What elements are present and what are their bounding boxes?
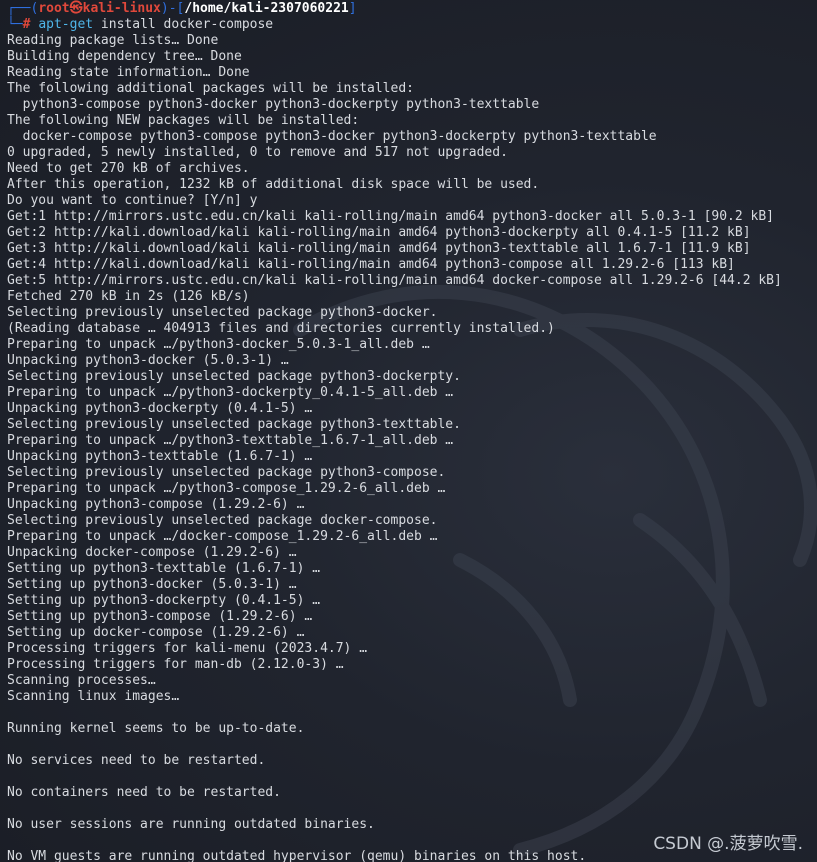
output-line: docker-compose python3-compose python3-d… (7, 129, 657, 144)
prompt-frame: )-[ (160, 1, 185, 16)
output-line: Setting up python3-dockerpty (0.4.1-5) … (7, 593, 321, 608)
output-line: Preparing to unpack …/python3-compose_1.… (7, 481, 446, 496)
output-line: Get:3 http://kali.download/kali kali-rol… (7, 241, 751, 256)
command-name: apt-get (38, 17, 94, 32)
prompt-frame: └─ (7, 17, 23, 32)
output-line: Get:4 http://kali.download/kali kali-rol… (7, 257, 735, 272)
output-line: Reading package lists… Done (7, 33, 219, 48)
output-line: Unpacking python3-texttable (1.6.7-1) … (7, 449, 313, 464)
output-line: Selecting previously unselected package … (7, 417, 461, 432)
output-line: Setting up python3-compose (1.29.2-6) … (7, 609, 313, 624)
output-line: Building dependency tree… Done (7, 49, 242, 64)
prompt-line-2: └─# apt-get install docker-compose (7, 17, 782, 33)
csdn-watermark: CSDN @.菠萝吹雪. (653, 834, 803, 854)
prompt-cwd: /home/kali-2307060221 (184, 1, 349, 16)
command-output: Reading package lists… Done Building depe… (7, 33, 782, 862)
command-args: install docker-compose (93, 17, 274, 32)
output-line: (Reading database … 404913 files and dir… (7, 321, 555, 336)
output-line: Selecting previously unselected package … (7, 369, 461, 384)
output-line: Unpacking python3-dockerpty (0.4.1-5) … (7, 401, 313, 416)
output-line: 0 upgraded, 5 newly installed, 0 to remo… (7, 145, 508, 160)
output-line: The following additional packages will b… (7, 81, 414, 96)
output-line: Setting up python3-docker (5.0.3-1) … (7, 577, 297, 592)
output-line: Get:2 http://kali.download/kali kali-rol… (7, 225, 751, 240)
output-line: Fetched 270 kB in 2s (126 kB/s) (7, 289, 250, 304)
output-line: Running kernel seems to be up-to-date. (7, 721, 305, 736)
output-line: Processing triggers for kali-menu (2023.… (7, 641, 368, 656)
output-line: After this operation, 1232 kB of additio… (7, 177, 540, 192)
output-line: Preparing to unpack …/docker-compose_1.2… (7, 529, 438, 544)
output-line: Get:5 http://mirrors.ustc.edu.cn/kali ka… (7, 273, 782, 288)
output-line: Selecting previously unselected package … (7, 465, 446, 480)
output-line: Processing triggers for man-db (2.12.0-3… (7, 657, 344, 672)
output-line: Selecting previously unselected package … (7, 513, 438, 528)
output-line: Scanning processes… (7, 673, 156, 688)
output-line: Get:1 http://mirrors.ustc.edu.cn/kali ka… (7, 209, 775, 224)
prompt-frame: ] (348, 1, 357, 16)
prompt-user: root㉿kali-linux (38, 1, 161, 16)
output-line: Preparing to unpack …/python3-docker_5.0… (7, 337, 430, 352)
prompt-symbol: # (22, 17, 31, 32)
output-line: Selecting previously unselected package … (7, 305, 438, 320)
terminal-output: ┌──(root㉿kali-linux)-[/home/kali-2307060… (7, 1, 782, 862)
prompt-frame: ┌──( (7, 1, 39, 16)
output-line: Reading state information… Done (7, 65, 250, 80)
output-line: Do you want to continue? [Y/n] y (7, 193, 258, 208)
output-line: No containers need to be restarted. (7, 785, 281, 800)
output-line: No services need to be restarted. (7, 753, 266, 768)
output-line: Preparing to unpack …/python3-dockerpty_… (7, 385, 454, 400)
output-line: Need to get 270 kB of archives. (7, 161, 250, 176)
terminal-window[interactable]: ┌──(root㉿kali-linux)-[/home/kali-2307060… (0, 0, 817, 862)
output-line: python3-compose python3-docker python3-d… (7, 97, 540, 112)
output-line: Preparing to unpack …/python3-texttable_… (7, 433, 454, 448)
output-line: Scanning linux images… (7, 689, 180, 704)
output-line: Unpacking python3-docker (5.0.3-1) … (7, 353, 289, 368)
prompt-line-1: ┌──(root㉿kali-linux)-[/home/kali-2307060… (7, 1, 782, 17)
output-line: Unpacking python3-compose (1.29.2-6) … (7, 497, 305, 512)
output-line: The following NEW packages will be insta… (7, 113, 360, 128)
output-line: Setting up docker-compose (1.29.2-6) … (7, 625, 305, 640)
output-line: Unpacking docker-compose (1.29.2-6) … (7, 545, 297, 560)
output-line: Setting up python3-texttable (1.6.7-1) … (7, 561, 321, 576)
